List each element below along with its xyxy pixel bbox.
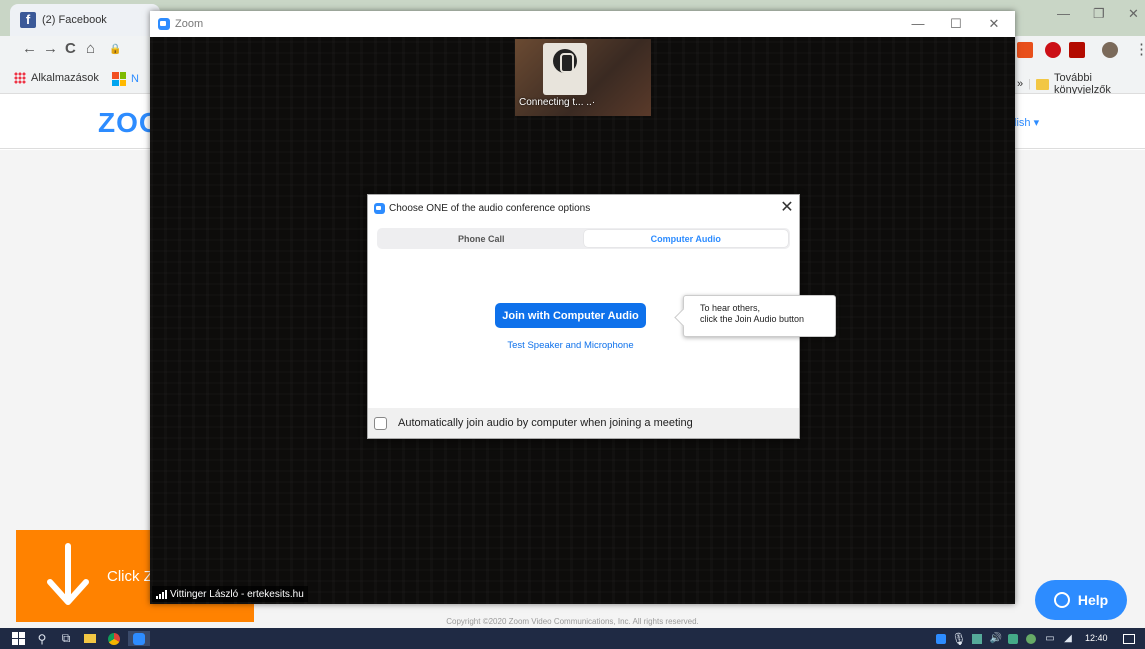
back-icon[interactable]: ← [22, 40, 37, 57]
chrome-icon[interactable] [106, 631, 122, 646]
join-audio-tooltip: To hear others, click the Join Audio but… [683, 295, 836, 337]
tab-computer-audio[interactable]: Computer Audio [583, 230, 788, 247]
participant-name: Vittinger László - ertekesits.hu [170, 588, 304, 600]
extension-icon[interactable] [1017, 42, 1033, 58]
forward-icon[interactable]: → [43, 40, 58, 57]
menu-icon[interactable]: ⋮ [1134, 40, 1145, 58]
zoom-minimize-icon[interactable]: — [903, 14, 933, 34]
reload-icon[interactable]: C [65, 40, 76, 57]
language-label: lish [1014, 117, 1031, 129]
zoom-maximize-icon[interactable]: ☐ [941, 14, 971, 34]
facebook-icon: f [20, 12, 36, 28]
bookmark-microsoft[interactable]: N [112, 72, 139, 86]
audio-mode-tabs: Phone Call Computer Audio [377, 228, 790, 249]
participant-name-tag: Vittinger László - ertekesits.hu [152, 586, 308, 602]
browser-minimize-icon[interactable]: — [1057, 6, 1070, 21]
connecting-status: Connecting t... ..· [519, 97, 596, 108]
notifications-icon[interactable] [1121, 631, 1137, 646]
app-tray-icon[interactable] [971, 631, 983, 646]
bookmark-microsoft-label: N [131, 73, 139, 85]
zoom-window-title: Zoom [175, 18, 204, 30]
zoom-titlebar: Zoom — ☐ ✕ [150, 11, 1015, 37]
windows-logo-icon [11, 632, 25, 645]
download-arrow-icon [47, 543, 89, 605]
signal-strength-icon [156, 589, 167, 599]
bookmark-apps-label: Alkalmazások [31, 72, 99, 84]
zoom-app-icon [158, 18, 170, 30]
lock-icon: 🔒 [109, 44, 122, 55]
chat-bubble-icon [1053, 592, 1070, 608]
bookmark-apps[interactable]: Alkalmazások [14, 72, 99, 84]
folder-icon [1035, 78, 1049, 90]
chevron-right-icon: » [1017, 78, 1024, 90]
download-text: Click Z [107, 568, 153, 585]
zoom-close-icon[interactable]: ✕ [979, 14, 1009, 34]
windows-taskbar: ⚲ ⧉ 🎙 🔊 ▭ ◢ 12:40 [0, 628, 1145, 649]
caret-down-icon: ▾ [1033, 117, 1040, 129]
tab-facebook[interactable]: f (2) Facebook [10, 4, 160, 36]
zoom-dialog-icon [374, 203, 385, 214]
home-icon[interactable]: ⌂ [86, 40, 95, 57]
wifi-icon[interactable]: ◢ [1061, 631, 1075, 646]
bookmark-more[interactable]: » | További könyvjelzők [1017, 72, 1145, 96]
microsoft-icon [112, 72, 126, 86]
dialog-close-icon[interactable]: ✕ [777, 198, 797, 218]
tooltip-line-1: To hear others, [700, 303, 761, 313]
clock[interactable]: 12:40 [1085, 633, 1108, 643]
help-label: Help [1077, 592, 1109, 608]
separator: | [1028, 78, 1031, 90]
tab-phone-call[interactable]: Phone Call [379, 230, 584, 247]
tooltip-line-2: click the Join Audio button [700, 314, 805, 324]
dialog-title: Choose ONE of the audio conference optio… [389, 203, 591, 214]
microphone-icon[interactable]: 🎙 [951, 631, 966, 646]
zoom-taskbar-icon[interactable] [128, 631, 150, 646]
apps-grid-icon [14, 72, 26, 84]
network-icon[interactable] [1025, 631, 1037, 646]
profile-avatar[interactable] [1102, 42, 1118, 58]
browser-close-icon[interactable]: ✕ [1128, 6, 1139, 22]
opera-icon[interactable] [1045, 42, 1061, 58]
help-button[interactable]: Help [1035, 580, 1127, 620]
join-computer-audio-button[interactable]: Join with Computer Audio [495, 303, 646, 328]
copyright-text: Copyright ©2020 Zoom Video Communication… [446, 617, 699, 626]
pdf-icon[interactable] [1069, 42, 1085, 58]
start-button[interactable] [10, 631, 26, 646]
logo-icon [553, 49, 577, 73]
bookmark-more-label: További könyvjelzők [1054, 72, 1111, 96]
card-image [543, 43, 587, 95]
test-speaker-microphone-link[interactable]: Test Speaker and Microphone [368, 340, 773, 351]
zoom-tray-icon[interactable] [935, 631, 947, 646]
battery-icon[interactable]: ▭ [1043, 631, 1057, 646]
language-selector[interactable]: lish ▾ [1014, 116, 1039, 129]
security-icon[interactable] [1007, 631, 1019, 646]
browser-restore-icon[interactable]: ❐ [1093, 6, 1105, 22]
auto-join-checkbox[interactable] [374, 417, 387, 430]
volume-icon[interactable]: 🔊 [989, 631, 1003, 646]
search-icon[interactable]: ⚲ [34, 631, 50, 646]
auto-join-label[interactable]: Automatically join audio by computer whe… [398, 417, 693, 429]
tab-title: (2) Facebook [42, 14, 107, 26]
task-view-icon[interactable]: ⧉ [58, 631, 74, 646]
self-video-thumbnail[interactable]: Connecting t... ..· [515, 39, 651, 116]
file-explorer-icon[interactable] [82, 631, 98, 646]
